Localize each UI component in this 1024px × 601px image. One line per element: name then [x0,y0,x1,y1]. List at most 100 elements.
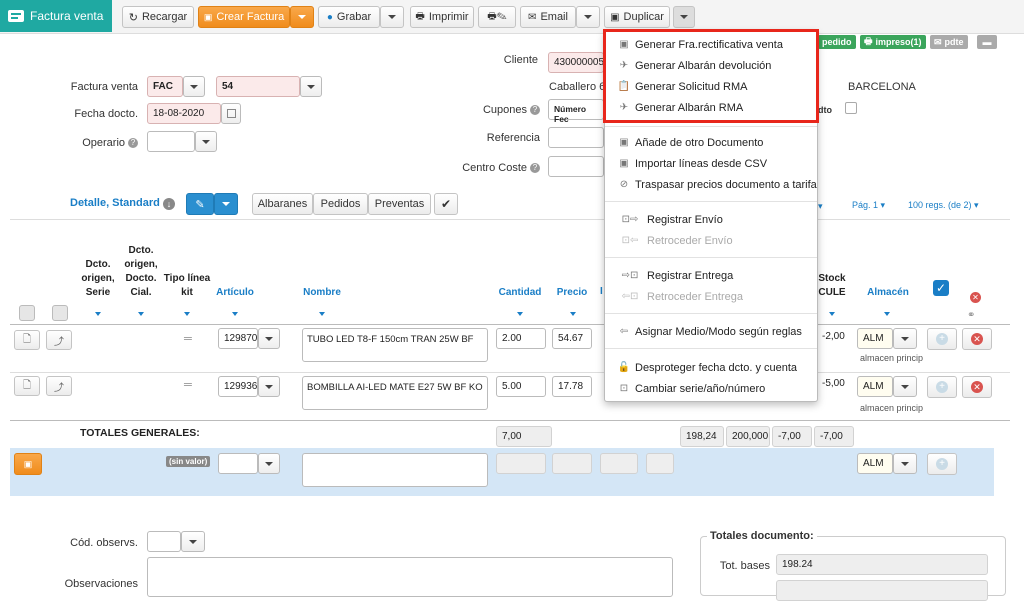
cantidad-field[interactable]: 2.00 [496,328,546,349]
new-almacen-field[interactable]: ALM [857,453,893,474]
new-nombre-field[interactable] [302,453,488,487]
menu-item-anade-otro-documento[interactable]: ▣ Añade de otro Documento [605,132,817,153]
link-icon[interactable]: ⚭ [967,310,975,321]
new-cantidad-field[interactable] [496,453,546,474]
help-icon[interactable]: ? [530,105,540,116]
detail-view-label[interactable]: Detalle, Standard [70,197,160,209]
sort-icon[interactable] [829,312,835,316]
page-indicator[interactable]: Pág. 1 ▾ [852,200,885,211]
edit-lines-button[interactable]: ✎ [186,193,214,215]
confirm-button[interactable]: ✔ [434,193,458,215]
sort-icon[interactable] [570,312,576,316]
precio-field[interactable]: 54.67 [552,328,592,349]
articulo-dropdown[interactable] [258,328,280,349]
row-add-button[interactable]: + [927,376,957,398]
chevron-down-icon[interactable]: ▾ [818,201,823,212]
save-button[interactable]: ● Grabar [318,6,380,28]
create-invoice-dropdown[interactable] [290,6,314,28]
print-edit-button[interactable]: 🖶✎ [478,6,516,28]
new-row-add-button[interactable]: + [927,453,957,475]
almacen-dropdown[interactable] [893,376,917,397]
email-button[interactable]: ✉ Email [520,6,576,28]
precio-field[interactable]: 17.78 [552,376,592,397]
almacen-field[interactable]: ALM [857,328,893,349]
duplicate-dropdown[interactable] [673,6,695,28]
sort-icon[interactable] [232,312,238,316]
almacen-dropdown[interactable] [893,328,917,349]
help-icon[interactable]: ? [128,138,138,149]
row-add-button[interactable]: + [927,328,957,350]
duplicate-button[interactable]: ▣ Duplicar [604,6,670,28]
col-articulo[interactable]: Artículo [212,286,258,300]
row-doc-button[interactable]: 🗋 [14,330,40,350]
new-field[interactable] [646,453,674,474]
new-field[interactable] [600,453,638,474]
serie-dropdown[interactable] [183,76,205,97]
comment-badge[interactable]: ▬ [977,35,997,49]
regs-indicator[interactable]: 100 regs. (de 2) ▾ [908,200,979,211]
reload-button[interactable]: ↻ Recargar [122,6,194,28]
row-checkbox-header-2[interactable] [52,305,68,321]
new-articulo-dropdown[interactable] [258,453,280,474]
sort-icon[interactable] [517,312,523,316]
numero-field[interactable]: 54 [216,76,300,97]
fecha-field[interactable]: 18-08-2020 [147,103,221,124]
edit-lines-dropdown[interactable] [214,193,238,215]
cod-observs-dropdown[interactable] [181,531,205,552]
col-almacen[interactable]: Almacén [860,286,916,300]
create-invoice-button[interactable]: ▣ Crear Factura [198,6,290,28]
menu-item-traspasar-precios[interactable]: ⊘ Traspasar precios documento a tarifa [605,174,817,195]
tab-pedidos[interactable]: Pedidos [313,193,368,215]
new-almacen-dropdown[interactable] [893,453,917,474]
new-precio-field[interactable] [552,453,592,474]
dto-checkbox[interactable] [845,102,857,114]
menu-item-registrar-entrega[interactable]: ⇨⊡ Registrar Entrega [605,265,817,286]
operario-field[interactable] [147,131,195,152]
email-dropdown[interactable] [576,6,600,28]
numero-dropdown[interactable] [300,76,322,97]
sort-icon[interactable] [184,312,190,316]
row-delete-button[interactable]: ✕ [962,328,992,350]
tab-albaranes[interactable]: Albaranes [252,193,313,215]
menu-item-importar-csv[interactable]: ▣ Importar líneas desde CSV [605,153,817,174]
col-precio[interactable]: Precio [552,286,592,300]
articulo-dropdown[interactable] [258,376,280,397]
row-delete-button[interactable]: ✕ [962,376,992,398]
sort-icon[interactable] [884,312,890,316]
select-all-checkbox[interactable]: ✓ [933,280,949,296]
referencia-field[interactable] [548,127,604,148]
cod-observs-field[interactable] [147,531,181,552]
col-cantidad[interactable]: Cantidad [496,286,544,300]
centro-coste-field[interactable] [548,156,604,177]
col-nombre[interactable]: Nombre [300,286,344,300]
serie-field[interactable]: FAC [147,76,183,97]
print-button[interactable]: 🖶 Imprimir [410,6,474,28]
articulo-field[interactable]: 129870 [218,328,258,349]
articulo-field[interactable]: 129936 [218,376,258,397]
menu-item-registrar-envio[interactable]: ⊡⇨ Registrar Envío [605,209,817,230]
row-link-button[interactable]: ⤴ [46,376,72,396]
nombre-field[interactable]: BOMBILLA AI-LED MATE E27 5W BF KO [302,376,488,410]
cantidad-field[interactable]: 5.00 [496,376,546,397]
tab-preventas[interactable]: Preventas [368,193,431,215]
new-articulo-field[interactable] [218,453,258,474]
operario-dropdown[interactable] [195,131,217,152]
menu-item-desproteger-fecha[interactable]: 🔓 Desproteger fecha dcto. y cuenta [605,357,817,378]
row-doc-button[interactable]: 🗋 [14,376,40,396]
nombre-field[interactable]: TUBO LED T8-F 150cm TRAN 25W BF [302,328,488,362]
delete-all-icon[interactable]: ✕ [970,292,981,303]
sort-icon[interactable] [319,312,325,316]
sort-icon[interactable] [138,312,144,316]
sort-icon[interactable] [95,312,101,316]
save-dropdown[interactable] [380,6,404,28]
cliente-code-field[interactable]: 430000005 [548,52,604,73]
help-icon[interactable]: ? [530,163,540,174]
calendar-button[interactable] [221,103,241,124]
menu-item-cambiar-serie[interactable]: ⊡ Cambiar serie/año/número [605,378,817,399]
row-link-button[interactable]: ⤴ [46,330,72,350]
new-row-doc-button[interactable]: ▣ [14,453,42,475]
almacen-field[interactable]: ALM [857,376,893,397]
menu-item-asignar-medio-modo[interactable]: ⇦ Asignar Medio/Modo según reglas [605,321,817,342]
row-checkbox-header[interactable] [19,305,35,321]
observaciones-field[interactable] [147,557,673,597]
